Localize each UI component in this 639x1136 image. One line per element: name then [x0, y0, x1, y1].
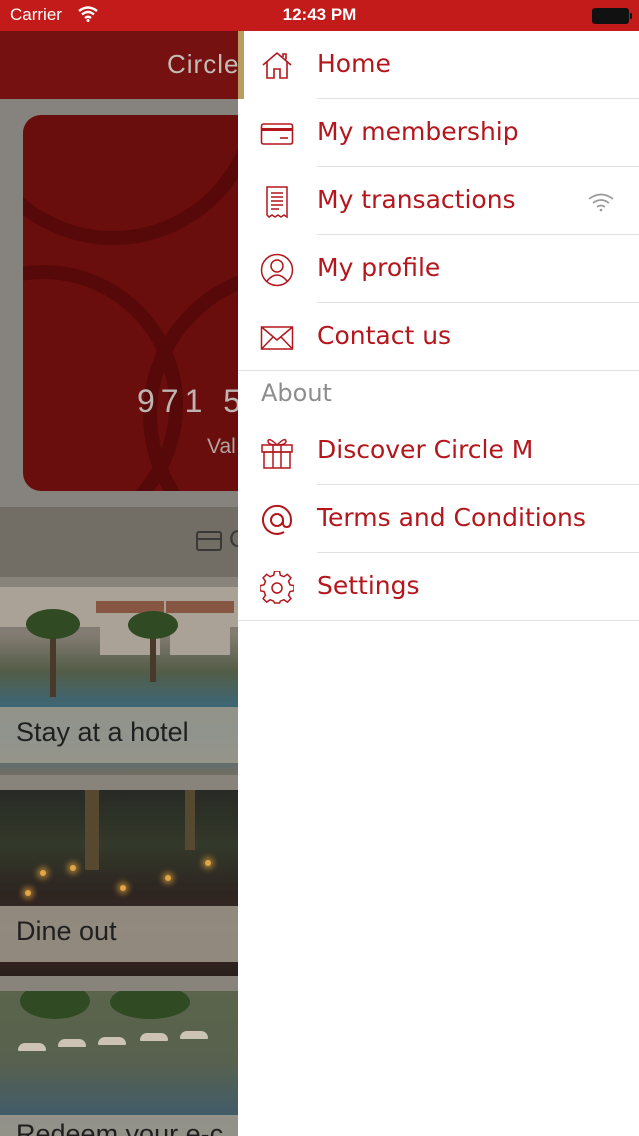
divider — [238, 620, 639, 621]
at-sign-icon — [260, 503, 294, 537]
menu-item-discover[interactable]: Discover Circle M — [238, 417, 639, 485]
menu-item-transactions[interactable]: My transactions — [238, 167, 639, 235]
menu-item-terms[interactable]: Terms and Conditions — [238, 485, 639, 553]
status-bar: Carrier 12:43 PM — [0, 0, 639, 31]
menu-item-label: Home — [317, 49, 391, 78]
tile-label: Redeem your e-c — [16, 1119, 224, 1136]
battery-icon — [592, 8, 632, 24]
menu-item-label: Discover Circle M — [317, 435, 534, 464]
home-icon — [260, 49, 294, 83]
profile-icon — [260, 253, 294, 287]
gift-icon — [260, 435, 294, 469]
menu-item-membership[interactable]: My membership — [238, 99, 639, 167]
divider — [238, 370, 639, 371]
menu-item-label: Contact us — [317, 321, 452, 350]
side-menu: Home My membership My transactions My pr… — [238, 31, 639, 1136]
tile-label: Dine out — [16, 916, 117, 946]
section-title-about: About — [261, 379, 332, 407]
membership-card-icon — [260, 117, 294, 151]
tile-label: Stay at a hotel — [16, 717, 189, 747]
card-number: 971 5 — [137, 383, 248, 419]
menu-item-contact[interactable]: Contact us — [238, 303, 639, 371]
card-icon — [196, 531, 222, 551]
menu-item-profile[interactable]: My profile — [238, 235, 639, 303]
background-header-title: Circle — [167, 49, 240, 79]
menu-item-label: Settings — [317, 571, 420, 600]
menu-item-settings[interactable]: Settings — [238, 553, 639, 621]
gear-icon — [259, 570, 295, 605]
envelope-icon — [260, 321, 294, 355]
card-valid-label: Val — [207, 435, 236, 458]
menu-item-label: My membership — [317, 117, 519, 146]
signal-icon — [587, 191, 615, 217]
menu-item-label: My profile — [317, 253, 441, 282]
menu-item-home[interactable]: Home — [238, 31, 639, 99]
menu-item-label: Terms and Conditions — [317, 503, 586, 532]
menu-item-label: My transactions — [317, 185, 516, 214]
status-time: 12:43 PM — [282, 5, 357, 24]
receipt-icon — [260, 185, 294, 219]
